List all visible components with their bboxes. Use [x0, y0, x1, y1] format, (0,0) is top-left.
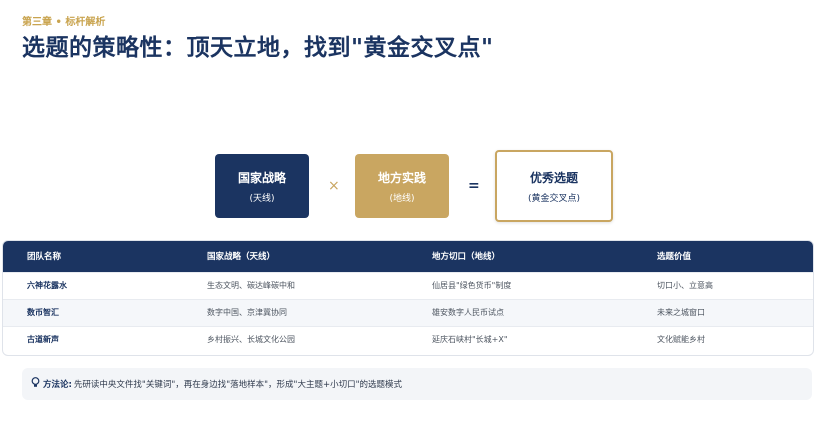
- local-cut-cell: 雄安数字人民币试点: [432, 308, 504, 317]
- topic-value-cell: 文化赋能乡村: [657, 335, 705, 345]
- local-practice-label: 地方实践: [377, 170, 426, 185]
- national-strategy-sub: (天线): [249, 193, 275, 204]
- table-row: 数币智汇 数字中国、京津冀协同 雄安数字人民币试点 未来之城窗口: [3, 299, 813, 326]
- topic-value-cell: 切口小、立意高: [657, 281, 713, 290]
- team-name-cell: 数币智汇: [27, 308, 59, 317]
- column-header-value: 选题价值: [657, 252, 692, 263]
- column-header-national: 国家战略（天线）: [207, 252, 276, 263]
- table-row: 古道新声 乡村振兴、长城文化公园 延庆石峡村"长城+X" 文化赋能乡村: [3, 326, 813, 353]
- column-header-team: 团队名称: [27, 252, 62, 263]
- national-strategy-cell: 乡村振兴、长城文化公园: [207, 335, 295, 345]
- equals-operator: =: [468, 178, 480, 194]
- case-table: 团队名称 国家战略（天线） 地方切口（地线） 选题价值 六神花露水 生态文明、碳…: [2, 240, 814, 356]
- excellent-topic-sub: (黄金交叉点): [527, 193, 581, 204]
- table-row: 六神花露水 生态文明、碳达峰碳中和 仙居县"绿色货币"制度 切口小、立意高: [3, 272, 813, 299]
- lightbulb-icon: [31, 377, 40, 391]
- chapter-label: 第三章 • 标杆解析: [22, 17, 106, 28]
- column-header-local: 地方切口（地线）: [432, 252, 501, 263]
- table-header-row: 团队名称 国家战略（天线） 地方切口（地线） 选题价值: [3, 241, 813, 272]
- national-strategy-box: 国家战略 (天线): [215, 154, 309, 218]
- excellent-topic-box: 优秀选题 (黄金交叉点): [495, 150, 613, 222]
- local-cut-cell: 仙居县"绿色货币"制度: [432, 281, 512, 290]
- formula-diagram: 国家战略 (天线) × 地方实践 (地线) = 优秀选题 (黄金交叉点): [0, 150, 828, 222]
- local-practice-box: 地方实践 (地线): [355, 154, 449, 218]
- local-cut-cell: 延庆石峡村"长城+X": [432, 335, 508, 345]
- local-practice-sub: (地线): [389, 193, 415, 204]
- team-name-cell: 古道新声: [27, 335, 59, 345]
- excellent-topic-label: 优秀选题: [529, 170, 578, 185]
- national-strategy-cell: 生态文明、碳达峰碳中和: [207, 281, 295, 290]
- times-operator: ×: [328, 178, 340, 194]
- page-title: 选题的策略性：顶天立地，找到"黄金交叉点": [22, 35, 494, 61]
- topic-value-cell: 未来之城窗口: [657, 308, 705, 317]
- methodology-text: 先研读中央文件找"关键词"，再在身边找"落地样本"，形成"大主题+小切口"的选题…: [73, 380, 402, 390]
- methodology-label: 方法论:: [43, 380, 72, 390]
- national-strategy-cell: 数字中国、京津冀协同: [207, 308, 287, 317]
- national-strategy-label: 国家战略: [237, 170, 286, 185]
- methodology-note: 方法论: 先研读中央文件找"关键词"，再在身边找"落地样本"，形成"大主题+小切…: [22, 368, 812, 400]
- team-name-cell: 六神花露水: [27, 281, 67, 290]
